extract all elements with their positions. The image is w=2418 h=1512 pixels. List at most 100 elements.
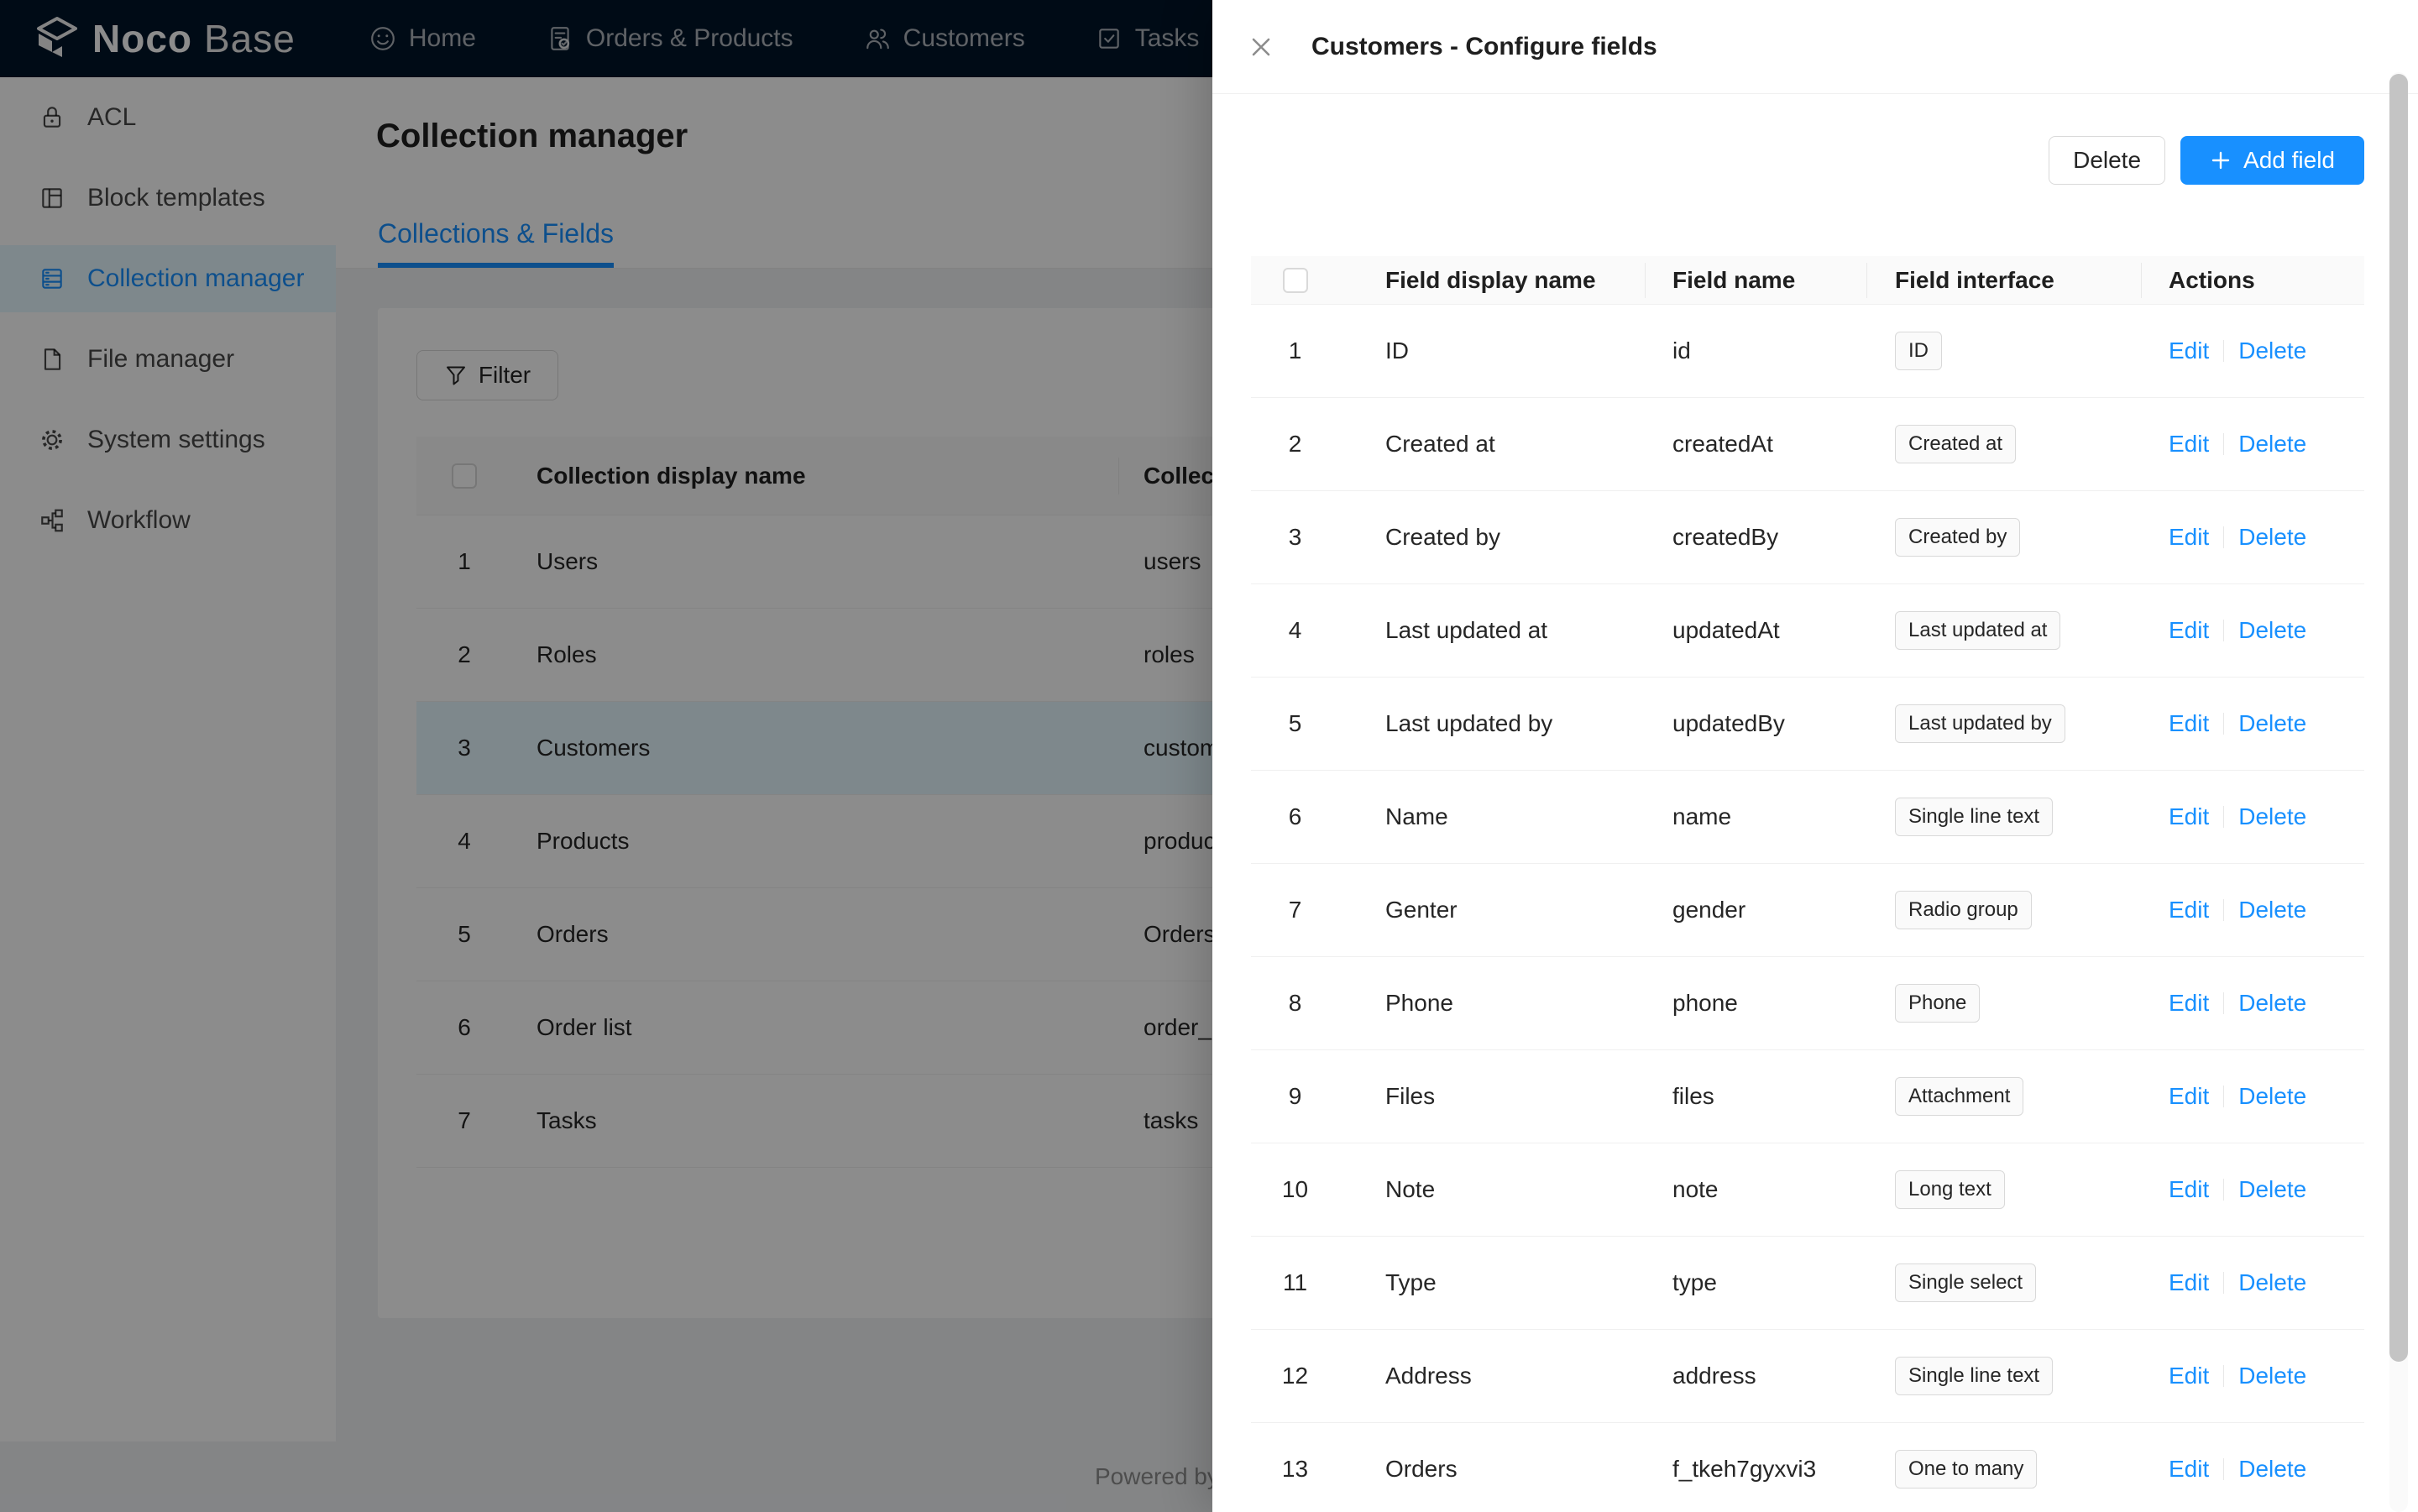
action-divider xyxy=(2223,1365,2224,1387)
action-divider xyxy=(2223,1086,2224,1107)
add-field-button-label: Add field xyxy=(2243,147,2335,174)
row-index: 1 xyxy=(1251,337,1339,364)
column-header-field-display-name: Field display name xyxy=(1339,256,1645,304)
fields-table: Field display name Field name Field inte… xyxy=(1251,256,2364,1512)
field-interface-tag: Created at xyxy=(1895,425,2016,463)
edit-field-link[interactable]: Edit xyxy=(2169,1363,2209,1389)
field-row: 11 Type type Single select EditDelete xyxy=(1251,1237,2364,1330)
action-divider xyxy=(2223,806,2224,828)
edit-field-link[interactable]: Edit xyxy=(2169,1456,2209,1483)
select-all-fields-checkbox[interactable] xyxy=(1283,268,1308,293)
action-divider xyxy=(2223,992,2224,1014)
delete-field-link[interactable]: Delete xyxy=(2238,1269,2306,1296)
field-row: 6 Name name Single line text EditDelete xyxy=(1251,771,2364,864)
field-name: f_tkeh7gyxvi3 xyxy=(1645,1456,1866,1483)
delete-field-link[interactable]: Delete xyxy=(2238,431,2306,458)
field-name: createdBy xyxy=(1645,524,1866,551)
field-row: 1 ID id ID EditDelete xyxy=(1251,305,2364,398)
action-divider xyxy=(2223,433,2224,455)
action-divider xyxy=(2223,899,2224,921)
close-icon[interactable] xyxy=(1243,29,1280,65)
action-divider xyxy=(2223,1458,2224,1480)
field-display-name: Last updated at xyxy=(1339,617,1645,644)
column-header-actions: Actions xyxy=(2141,256,2364,304)
field-display-name: Files xyxy=(1339,1083,1645,1110)
edit-field-link[interactable]: Edit xyxy=(2169,897,2209,923)
column-header-field-name: Field name xyxy=(1645,256,1866,304)
field-name: updatedAt xyxy=(1645,617,1866,644)
action-divider xyxy=(2223,1179,2224,1201)
field-name: note xyxy=(1645,1176,1866,1203)
field-name: createdAt xyxy=(1645,431,1866,458)
field-row: 8 Phone phone Phone Edit Delete xyxy=(1251,957,2364,1050)
column-header-field-interface: Field interface xyxy=(1866,256,2141,304)
field-name: updatedBy xyxy=(1645,710,1866,737)
row-index: 9 xyxy=(1251,1083,1339,1110)
edit-field-link[interactable]: Edit xyxy=(2169,524,2209,551)
action-divider xyxy=(2223,620,2224,641)
delete-field-link[interactable]: Delete xyxy=(2238,1363,2306,1389)
field-name: type xyxy=(1645,1269,1866,1296)
field-display-name: Phone xyxy=(1339,990,1645,1017)
delete-field-link[interactable]: Delete xyxy=(2238,1176,2306,1203)
fields-table-header: Field display name Field name Field inte… xyxy=(1251,256,2364,305)
field-row: 7 Genter gender Radio group EditDelete xyxy=(1251,864,2364,957)
field-display-name: Created by xyxy=(1339,524,1645,551)
field-interface-tag: Last updated by xyxy=(1895,704,2065,743)
delete-fields-button[interactable]: Delete xyxy=(2049,136,2165,185)
field-row: 2 Created at createdAt Created at Edit De… xyxy=(1251,398,2364,491)
field-display-name: Genter xyxy=(1339,897,1645,923)
delete-field-link[interactable]: Delete xyxy=(2238,524,2306,551)
action-divider xyxy=(2223,340,2224,362)
delete-field-link[interactable]: Delete xyxy=(2238,1083,2306,1110)
field-row: 9 Files files Attachment Edit Delete xyxy=(1251,1050,2364,1143)
field-name: gender xyxy=(1645,897,1866,923)
drawer-scrollbar-track[interactable] xyxy=(2389,72,2408,1512)
delete-field-link[interactable]: Delete xyxy=(2238,617,2306,644)
field-name: files xyxy=(1645,1083,1866,1110)
delete-field-link[interactable]: Delete xyxy=(2238,1456,2306,1483)
field-row: 12 Address address Single line text Edit… xyxy=(1251,1330,2364,1423)
edit-field-link[interactable]: Edit xyxy=(2169,1083,2209,1110)
delete-field-link[interactable]: Delete xyxy=(2238,337,2306,364)
delete-field-link[interactable]: Delete xyxy=(2238,710,2306,737)
action-divider xyxy=(2223,713,2224,735)
field-interface-tag: Phone xyxy=(1895,984,1980,1023)
edit-field-link[interactable]: Edit xyxy=(2169,803,2209,830)
row-index: 13 xyxy=(1251,1456,1339,1483)
delete-field-link[interactable]: Delete xyxy=(2238,990,2306,1017)
edit-field-link[interactable]: Edit xyxy=(2169,1176,2209,1203)
field-interface-tag: Created by xyxy=(1895,518,2020,557)
edit-field-link[interactable]: Edit xyxy=(2169,1269,2209,1296)
field-name: phone xyxy=(1645,990,1866,1017)
row-index: 4 xyxy=(1251,617,1339,644)
drawer-toolbar: Delete Add field xyxy=(2049,136,2364,185)
row-index: 10 xyxy=(1251,1176,1339,1203)
field-interface-tag: Attachment xyxy=(1895,1077,2023,1116)
field-row: 5 Last updated by updatedBy Last updated… xyxy=(1251,678,2364,771)
edit-field-link[interactable]: Edit xyxy=(2169,990,2209,1017)
field-display-name: Note xyxy=(1339,1176,1645,1203)
delete-field-link[interactable]: Delete xyxy=(2238,897,2306,923)
field-display-name: Last updated by xyxy=(1339,710,1645,737)
edit-field-link[interactable]: Edit xyxy=(2169,617,2209,644)
row-index: 6 xyxy=(1251,803,1339,830)
row-index: 8 xyxy=(1251,990,1339,1017)
edit-field-link[interactable]: Edit xyxy=(2169,710,2209,737)
field-display-name: Created at xyxy=(1339,431,1645,458)
row-index: 2 xyxy=(1251,431,1339,458)
row-index: 12 xyxy=(1251,1363,1339,1389)
field-interface-tag: Long text xyxy=(1895,1170,2005,1209)
field-interface-tag: Last updated at xyxy=(1895,611,2060,650)
field-row: 3 Created by createdBy Created by EditDe… xyxy=(1251,491,2364,584)
edit-field-link[interactable]: Edit xyxy=(2169,431,2209,458)
field-interface-tag: Single select xyxy=(1895,1263,2036,1302)
drawer-title: Customers - Configure fields xyxy=(1311,33,1657,61)
action-divider xyxy=(2223,526,2224,548)
action-divider xyxy=(2223,1272,2224,1294)
add-field-button[interactable]: Add field xyxy=(2180,136,2364,185)
delete-field-link[interactable]: Delete xyxy=(2238,803,2306,830)
drawer-scrollbar-thumb[interactable] xyxy=(2389,74,2408,1362)
plus-icon xyxy=(2210,149,2232,171)
edit-field-link[interactable]: Edit xyxy=(2169,337,2209,364)
